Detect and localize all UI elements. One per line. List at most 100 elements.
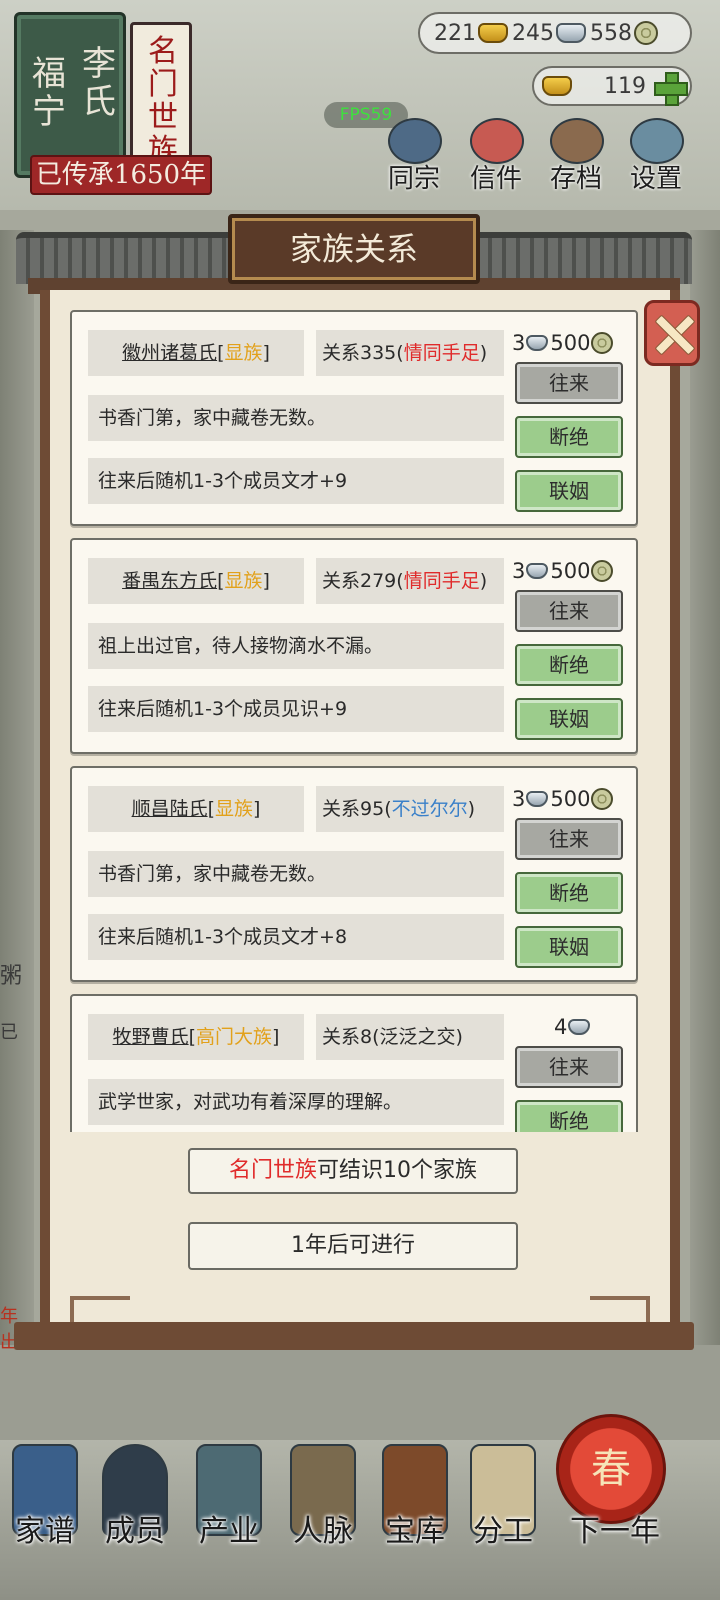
nav-label: 人脉 <box>293 1514 353 1549</box>
family-plaque[interactable]: 李氏 福宁 <box>14 12 126 178</box>
plus-icon[interactable] <box>652 70 688 106</box>
relation-cell: 关系8(泛泛之交) <box>316 1014 504 1060</box>
menu-label: 信件 <box>469 164 522 194</box>
marriage-button[interactable]: 联姻 <box>515 470 623 512</box>
family-name-link[interactable]: 牧野曹氏 <box>113 1026 189 1048</box>
family-name-cell: 顺昌陆氏[显族] <box>88 786 304 832</box>
family-name-link[interactable]: 徽州诸葛氏 <box>122 342 217 364</box>
nav-assignments[interactable]: 分工 <box>458 1444 548 1594</box>
nav-label: 宝库 <box>385 1514 445 1549</box>
coin-icon <box>634 21 658 45</box>
family-description: 书香门第，家中藏卷无数。 <box>88 395 504 441</box>
family-rank: 高门大族 <box>196 1026 273 1048</box>
close-button[interactable] <box>644 300 700 366</box>
plaque-line-place: 福宁 <box>32 54 66 132</box>
family-rank: 显族 <box>224 342 263 364</box>
family-name-cell: 徽州诸葛氏[显族] <box>88 330 304 376</box>
silver-ingot-icon <box>556 23 586 43</box>
family-name-link[interactable]: 顺昌陆氏 <box>132 798 208 820</box>
menu-label: 存档 <box>549 164 602 194</box>
family-name-cell: 番禺东方氏[显族] <box>88 558 304 604</box>
visit-cost: 3 500 <box>512 328 630 358</box>
menu-tongzong[interactable]: 同宗 <box>378 118 450 198</box>
menu-letters[interactable]: 信件 <box>460 118 532 198</box>
coin-icon <box>591 788 614 810</box>
corner-ornament <box>590 1296 650 1322</box>
family-card: 番禺东方氏[显族] 关系279(情同手足) 祖上出过官，待人接物滴水不漏。 往来… <box>70 538 638 754</box>
menu-settings[interactable]: 设置 <box>620 118 692 198</box>
break-off-button[interactable]: 断绝 <box>515 644 623 686</box>
relation-status: 泛泛之交 <box>379 1026 456 1048</box>
dialog-base <box>14 1322 694 1350</box>
ingot-count: 119 <box>604 74 646 99</box>
menu-label: 设置 <box>629 164 682 194</box>
plaque-line-surname: 李氏 <box>82 44 116 122</box>
dialog-title-plaque: 家族关系 <box>228 214 480 284</box>
background-left-strip <box>0 230 34 1410</box>
next-action-button[interactable]: 1年后可进行 <box>188 1222 518 1270</box>
visit-button[interactable]: 往来 <box>515 590 623 632</box>
nav-members[interactable]: 成员 <box>90 1444 180 1594</box>
rank-title: 名门世族 <box>148 34 178 168</box>
break-off-button[interactable]: 断绝 <box>515 416 623 458</box>
visit-button[interactable]: 往来 <box>515 1046 623 1088</box>
limit-rank: 名门世族 <box>228 1158 317 1183</box>
nav-label: 成员 <box>105 1514 165 1549</box>
nav-treasury[interactable]: 宝库 <box>370 1444 460 1594</box>
background-text-fragment: 已 <box>0 1022 18 1043</box>
visit-cost: 3 500 <box>512 556 630 586</box>
family-card: 顺昌陆氏[显族] 关系95(不过尔尔) 书香门第，家中藏卷无数。 往来后随机1-… <box>70 766 638 982</box>
cost-coins: 500 <box>550 787 591 811</box>
family-limit-info: 名门世族可结识10个家族 <box>188 1148 518 1194</box>
corner-ornament <box>70 1296 130 1322</box>
gold-count: 221 <box>434 20 476 46</box>
nav-label: 分工 <box>473 1514 533 1549</box>
silver-ingot-icon <box>526 563 549 579</box>
relation-status: 情同手足 <box>403 342 480 364</box>
rank-scroll: 名门世族 <box>130 22 192 168</box>
family-rank: 显族 <box>224 570 263 592</box>
heritage-banner: 已传承1650年 <box>30 155 212 195</box>
break-off-button[interactable]: 断绝 <box>515 872 623 914</box>
nav-label: 产业 <box>199 1514 259 1549</box>
marriage-button[interactable]: 联姻 <box>515 926 623 968</box>
visit-effect: 往来后随机1-3个成员文才+8 <box>88 914 504 960</box>
limit-text: 可结识10个家族 <box>317 1158 477 1183</box>
currency-bar: 221 245 558 <box>418 12 692 54</box>
coin-count: 558 <box>590 20 632 46</box>
family-card: 徽州诸葛氏[显族] 关系335(情同手足) 书香门第，家中藏卷无数。 往来后随机… <box>70 310 638 526</box>
nav-genealogy[interactable]: 家谱 <box>0 1444 90 1594</box>
nav-next-year[interactable]: 下一年 <box>560 1444 670 1594</box>
family-description: 祖上出过官，待人接物滴水不漏。 <box>88 623 504 669</box>
gold-ingot-icon <box>478 23 508 43</box>
cost-silver: 3 <box>512 559 526 583</box>
silver-ingot-icon <box>568 1019 591 1035</box>
menu-label: 同宗 <box>387 164 440 194</box>
visit-effect: 往来后随机1-3个成员文才+9 <box>88 458 504 504</box>
visit-button[interactable]: 往来 <box>515 362 623 404</box>
relation-cell: 关系335(情同手足) <box>316 330 504 376</box>
cost-silver: 4 <box>554 1015 568 1039</box>
menu-save[interactable]: 存档 <box>540 118 612 198</box>
family-name-link[interactable]: 番禺东方氏 <box>122 570 217 592</box>
nav-label: 家谱 <box>15 1514 75 1549</box>
cost-silver: 3 <box>512 331 526 355</box>
visit-cost: 4 <box>554 1012 650 1042</box>
silver-ingot-icon <box>526 335 549 351</box>
background-right-strip <box>690 230 720 1410</box>
relation-status: 情同手足 <box>403 570 480 592</box>
nav-network[interactable]: 人脉 <box>278 1444 368 1594</box>
visit-button[interactable]: 往来 <box>515 818 623 860</box>
ingot-bar: 119 <box>532 66 692 106</box>
cost-silver: 3 <box>512 787 526 811</box>
relation-value: 关系279 <box>322 570 397 592</box>
break-off-button[interactable]: 断绝 <box>515 1100 623 1132</box>
family-list[interactable]: 徽州诸葛氏[显族] 关系335(情同手足) 书香门第，家中藏卷无数。 往来后随机… <box>60 300 650 1132</box>
silver-count: 245 <box>512 20 554 46</box>
visit-cost: 3 500 <box>512 784 630 814</box>
relation-cell: 关系279(情同手足) <box>316 558 504 604</box>
marriage-button[interactable]: 联姻 <box>515 698 623 740</box>
nav-industry[interactable]: 产业 <box>184 1444 274 1594</box>
coin-icon <box>591 560 614 582</box>
relation-cell: 关系95(不过尔尔) <box>316 786 504 832</box>
